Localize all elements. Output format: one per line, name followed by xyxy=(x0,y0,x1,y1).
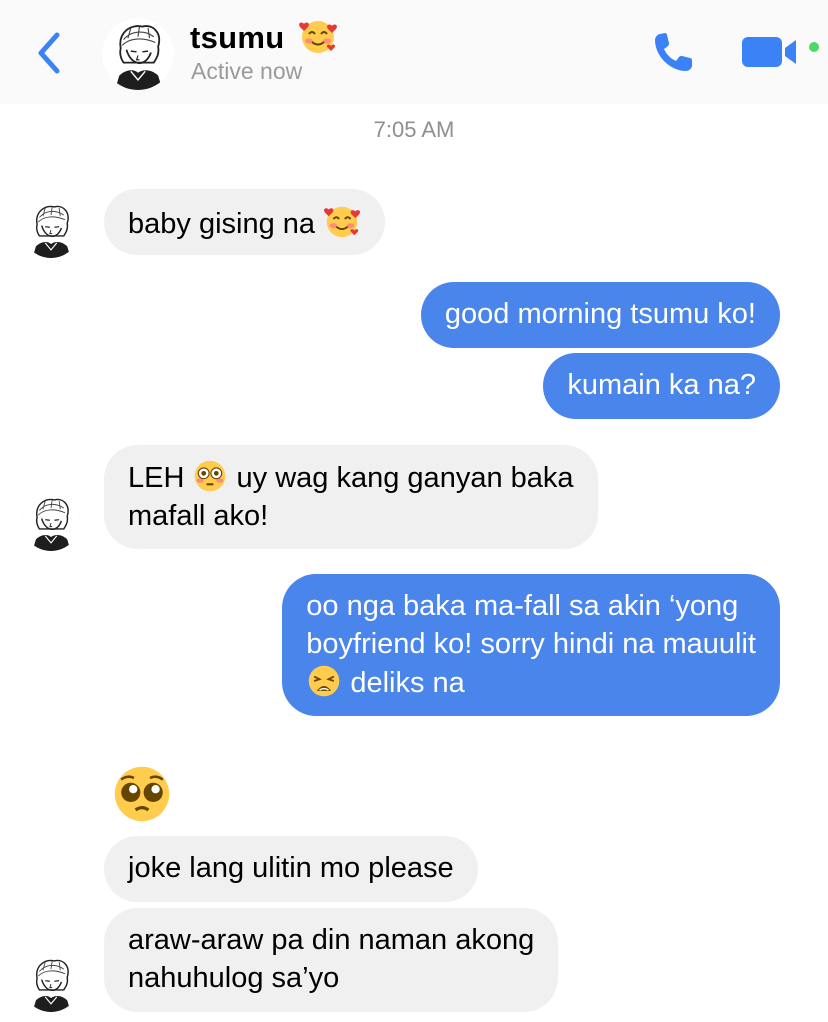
contact-avatar-small[interactable] xyxy=(22,954,80,1012)
incoming-message[interactable]: baby gising na xyxy=(104,189,386,255)
message-text: araw-araw pa din naman akong xyxy=(128,924,535,956)
contact-avatar-small[interactable] xyxy=(22,200,80,258)
incoming-message[interactable]: joke lang ulitin mo please xyxy=(104,836,478,902)
message-text: mafall ako! xyxy=(128,500,269,532)
online-dot xyxy=(809,42,819,52)
contact-avatar[interactable] xyxy=(102,18,174,90)
phone-icon[interactable] xyxy=(650,28,698,76)
incoming-message[interactable]: LEH uy wag kang ganyan baka mafall ako! xyxy=(104,445,598,549)
contact-name[interactable]: tsumu xyxy=(190,20,285,56)
message-text: deliks na xyxy=(350,667,465,699)
smiling-face-with-hearts-icon xyxy=(298,16,338,56)
conversation-header: tsumu Active now xyxy=(0,0,828,104)
contact-avatar-small[interactable] xyxy=(22,493,80,551)
back-chevron-icon[interactable] xyxy=(30,28,70,78)
pleading-face-icon[interactable] xyxy=(110,762,174,826)
message-text: oo nga baka ma-fall sa akin ‘yong xyxy=(306,590,739,622)
smiling-face-with-hearts-icon xyxy=(323,202,361,240)
outgoing-message[interactable]: good morning tsumu ko! xyxy=(420,282,780,348)
message-text: good morning tsumu ko! xyxy=(444,298,756,330)
active-status: Active now xyxy=(191,58,303,84)
message-text: uy wag kang ganyan baka xyxy=(236,462,574,494)
video-camera-icon[interactable] xyxy=(742,34,822,70)
message-text: kumain ka na? xyxy=(567,369,756,401)
flushed-face-icon xyxy=(192,458,228,494)
message-text: joke lang ulitin mo please xyxy=(128,852,454,884)
outgoing-message[interactable]: oo nga baka ma-fall sa akin ‘yong boyfri… xyxy=(282,574,780,716)
message-text: baby gising na xyxy=(128,208,316,240)
message-text: boyfriend ko! sorry hindi na mauulit xyxy=(306,628,756,660)
message-text: nahuhulog sa’yo xyxy=(128,962,340,994)
incoming-message[interactable]: araw-araw pa din naman akong nahuhulog s… xyxy=(104,908,559,1012)
message-text: LEH xyxy=(128,462,185,494)
weary-face-icon xyxy=(306,663,342,699)
message-timestamp: 7:05 AM xyxy=(373,117,455,142)
outgoing-message[interactable]: kumain ka na? xyxy=(543,353,780,419)
